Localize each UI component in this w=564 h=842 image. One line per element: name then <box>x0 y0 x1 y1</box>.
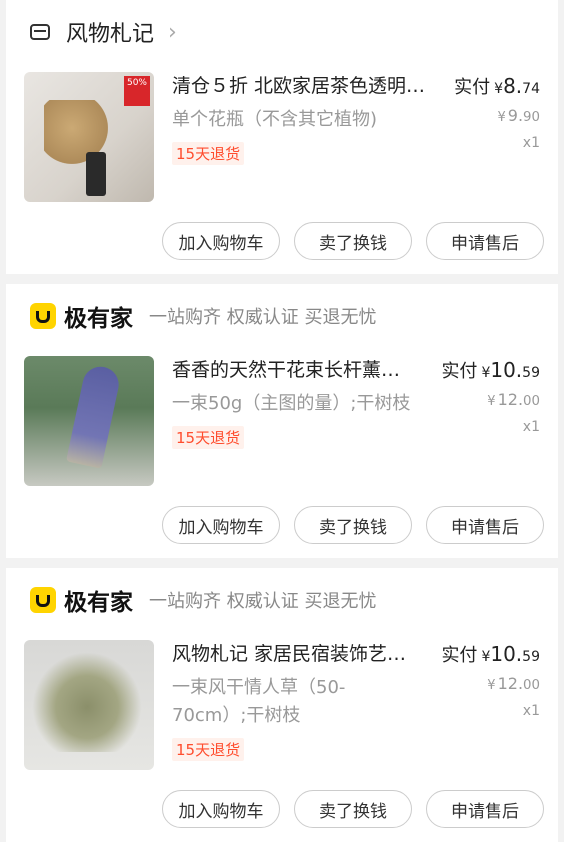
after-sales-button[interactable]: 申请售后 <box>426 790 544 828</box>
paid-dec: 59 <box>522 365 540 381</box>
quantity: x1 <box>522 419 540 435</box>
order-card: 极有家 一站购齐 权威认证 买退无忧 风物札记 家居民宿装饰艺… 一束风干情人草… <box>6 568 558 842</box>
original-price: ¥12.00 <box>441 671 540 699</box>
paid-int: 10. <box>490 358 523 382</box>
action-buttons: 加入购物车 卖了换钱 申请售后 <box>6 486 558 558</box>
shop-slogan: 一站购齐 权威认证 买退无忧 <box>149 591 377 612</box>
product-title[interactable]: 清仓５折 北欧家居茶色透明… <box>172 72 442 100</box>
order-card: 风物札记 › 50% 清仓５折 北欧家居茶色透明… 单个花瓶（不含其它植物) 1… <box>6 0 558 274</box>
jiyoujia-logo-icon <box>30 587 56 613</box>
orig-int: 12. <box>497 674 524 693</box>
shop-name[interactable]: 风物札记 <box>66 16 154 48</box>
order-item[interactable]: 香香的天然干花束长杆薰… 一束50g（主图的量）;干树枝 15天退货 实付 ¥10… <box>6 348 558 486</box>
orig-int: 9. <box>507 106 524 125</box>
shop-name[interactable]: 极有家 <box>64 583 133 617</box>
shop-slogan: 一站购齐 权威认证 买退无忧 <box>149 307 377 328</box>
product-spec: 一束50g（主图的量）;干树枝 <box>172 393 411 414</box>
quantity: x1 <box>522 135 540 151</box>
after-sales-button[interactable]: 申请售后 <box>426 222 544 260</box>
order-card: 极有家 一站购齐 权威认证 买退无忧 香香的天然干花束长杆薰… 一束50g（主图… <box>6 284 558 558</box>
action-buttons: 加入购物车 卖了换钱 申请售后 <box>6 202 558 274</box>
currency-symbol: ¥ <box>494 81 504 97</box>
shop-name[interactable]: 极有家 <box>64 299 133 333</box>
original-price: ¥12.00 <box>441 387 540 415</box>
paid-price: 实付 ¥8.74 <box>454 72 540 103</box>
price-column: 实付 ¥10.59 ¥12.00 x1 <box>441 640 540 723</box>
lavender-image <box>65 363 123 469</box>
return-badge: 15天退货 <box>172 426 245 449</box>
add-to-cart-button[interactable]: 加入购物车 <box>162 506 280 544</box>
price-column: 实付 ¥8.74 ¥9.90 x1 <box>454 72 540 155</box>
orig-int: 12. <box>497 390 524 409</box>
product-spec: 单个花瓶（不含其它植物) <box>172 109 378 130</box>
jiyoujia-logo-icon <box>30 303 56 329</box>
action-buttons: 加入购物车 卖了换钱 申请售后 <box>6 770 558 842</box>
add-to-cart-button[interactable]: 加入购物车 <box>162 790 280 828</box>
dried-flower-image <box>32 652 142 752</box>
currency-symbol: ¥ <box>497 110 506 125</box>
shop-header[interactable]: 极有家 一站购齐 权威认证 买退无忧 <box>6 284 558 348</box>
return-badge: 15天退货 <box>172 142 245 165</box>
paid-dec: 74 <box>522 81 540 97</box>
product-thumbnail[interactable] <box>24 356 154 486</box>
order-item[interactable]: 50% 清仓５折 北欧家居茶色透明… 单个花瓶（不含其它植物) 15天退货 实付… <box>6 64 558 202</box>
paid-label: 实付 <box>454 77 491 98</box>
orig-dec: 00 <box>523 394 540 409</box>
resell-button[interactable]: 卖了换钱 <box>294 506 412 544</box>
price-column: 实付 ¥10.59 ¥12.00 x1 <box>441 356 540 439</box>
paid-price: 实付 ¥10.59 <box>441 356 540 387</box>
product-title[interactable]: 香香的天然干花束长杆薰… <box>172 356 442 384</box>
quantity: x1 <box>522 703 540 719</box>
order-item[interactable]: 风物札记 家居民宿装饰艺… 一束风干情人草（50-70cm）;干树枝 15天退货… <box>6 632 558 770</box>
original-price: ¥9.90 <box>454 103 540 131</box>
paid-dec: 59 <box>522 649 540 665</box>
currency-symbol: ¥ <box>487 394 496 409</box>
discount-tag: 50% <box>124 76 150 106</box>
divider <box>0 558 564 568</box>
vase-image <box>86 152 106 196</box>
product-thumbnail[interactable]: 50% <box>24 72 154 202</box>
resell-button[interactable]: 卖了换钱 <box>294 222 412 260</box>
add-to-cart-button[interactable]: 加入购物车 <box>162 222 280 260</box>
shop-header[interactable]: 极有家 一站购齐 权威认证 买退无忧 <box>6 568 558 632</box>
orig-dec: 90 <box>523 110 540 125</box>
return-badge: 15天退货 <box>172 738 245 761</box>
chevron-right-icon[interactable]: › <box>168 20 177 45</box>
product-title[interactable]: 风物札记 家居民宿装饰艺… <box>172 640 442 668</box>
shop-header[interactable]: 风物札记 › <box>6 0 558 64</box>
paid-label: 实付 <box>441 645 478 666</box>
paid-int: 8. <box>503 74 523 98</box>
store-icon <box>30 24 50 40</box>
paid-int: 10. <box>490 642 523 666</box>
divider <box>0 274 564 284</box>
after-sales-button[interactable]: 申请售后 <box>426 506 544 544</box>
orig-dec: 00 <box>523 678 540 693</box>
resell-button[interactable]: 卖了换钱 <box>294 790 412 828</box>
currency-symbol: ¥ <box>487 678 496 693</box>
paid-label: 实付 <box>441 361 478 382</box>
product-spec: 一束风干情人草（50-70cm）;干树枝 <box>172 677 346 726</box>
product-thumbnail[interactable] <box>24 640 154 770</box>
paid-price: 实付 ¥10.59 <box>441 640 540 671</box>
